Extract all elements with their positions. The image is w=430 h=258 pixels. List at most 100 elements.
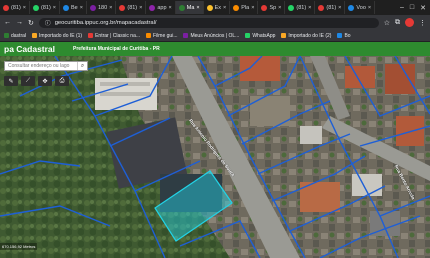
browser-tab[interactable]: (81) ×: [30, 1, 60, 14]
tab-close-icon[interactable]: ×: [338, 5, 341, 11]
reload-icon[interactable]: ↻: [28, 19, 34, 27]
bookmark-label: Entrar | Classic na...: [95, 32, 141, 39]
bookmark-favicon-icon: [245, 33, 251, 38]
back-icon[interactable]: ←: [4, 19, 11, 26]
bookmarks-bar: dastral Importado do IE (1) Entrar | Class…: [0, 30, 430, 42]
tab-favicon-icon: [288, 4, 295, 11]
measure-line-icon[interactable]: ⟋: [21, 76, 35, 86]
tab-close-icon[interactable]: ×: [223, 5, 226, 11]
tab-label: Ex: [214, 4, 222, 11]
browser-tab[interactable]: (81) ×: [0, 1, 30, 14]
bookmark-item[interactable]: Bo: [337, 32, 351, 39]
tab-favicon-icon: [261, 4, 268, 11]
browser-tab[interactable]: Ma ×: [175, 1, 204, 14]
tab-label: (81): [41, 4, 51, 11]
bookmark-item[interactable]: Importado do IE (1): [32, 33, 82, 39]
tab-favicon-icon: [63, 4, 69, 11]
bookmark-label: Bo: [344, 32, 351, 39]
tab-close-icon[interactable]: ×: [196, 5, 199, 11]
bookmark-item[interactable]: Importado do IE (2): [281, 33, 331, 39]
browser-tab[interactable]: 180 ×: [87, 1, 117, 14]
tab-close-icon[interactable]: ×: [109, 5, 112, 11]
edit-pencil-icon[interactable]: ✎: [4, 76, 18, 86]
roof-red-1: [240, 56, 280, 81]
tab-favicon-icon: [206, 4, 213, 11]
tab-close-icon[interactable]: ×: [169, 5, 172, 11]
pan-icon[interactable]: ✥: [38, 76, 52, 86]
tab-close-icon[interactable]: ×: [139, 5, 142, 11]
app-subtitle: Prefeitura Municipal de Curitiba - PR: [73, 46, 160, 52]
tab-close-icon[interactable]: ×: [80, 5, 83, 11]
tab-close-icon[interactable]: ×: [251, 5, 254, 11]
forward-icon[interactable]: →: [16, 19, 23, 26]
address-search-input[interactable]: [5, 62, 77, 70]
tab-close-icon[interactable]: ×: [308, 5, 311, 11]
url-field[interactable]: ⓘ geocuritiba.ippuc.org.br/mapacadastral…: [38, 17, 379, 28]
tab-label: Be: [71, 4, 78, 11]
search-icon[interactable]: ⌕: [77, 62, 87, 70]
browser-tab-strip: (81) × (81) × Be × 180 × (81) × app × Ma × Ex × Pla × Sp ×(…: [0, 0, 430, 15]
address-bar: ← → ↻ ⓘ geocuritiba.ippuc.org.br/mapacad…: [0, 15, 430, 30]
tab-label: 180: [97, 4, 108, 11]
browser-tab[interactable]: Voo ×: [345, 1, 376, 14]
extensions-icon[interactable]: ⧉: [395, 19, 400, 27]
tab-close-icon[interactable]: ×: [53, 5, 56, 11]
app-header: pa Cadastral Prefeitura Municipal de Cur…: [0, 42, 430, 56]
bookmark-label: Importado do IE (1): [39, 32, 83, 39]
tab-favicon-icon: [89, 4, 96, 11]
satellite-map: [0, 56, 430, 258]
tab-label: Ma: [186, 4, 195, 11]
tab-label: Pla: [241, 4, 250, 11]
tab-favicon-icon: [3, 4, 9, 11]
tab-close-icon[interactable]: ×: [368, 5, 371, 11]
bookmark-favicon-icon: [183, 33, 189, 38]
tab-favicon-icon: [149, 4, 156, 11]
bookmark-label: dastral: [11, 32, 27, 39]
tab-favicon-icon: [233, 4, 240, 11]
bookmark-item[interactable]: Meus Anúncios | OL...: [183, 33, 239, 39]
tab-label: (81): [326, 4, 337, 11]
profile-avatar[interactable]: [405, 18, 414, 27]
browser-tab[interactable]: Sp ×: [258, 1, 286, 14]
browser-tab[interactable]: (81) ×: [116, 1, 147, 14]
tab-label: (81): [296, 4, 307, 11]
bookmark-label: Importado do IE (2): [288, 32, 332, 39]
app-title: pa Cadastral: [4, 44, 56, 54]
bookmark-label: WhatsApp: [252, 32, 276, 39]
menu-icon[interactable]: ⋮: [419, 19, 426, 27]
close-icon[interactable]: ✕: [420, 4, 426, 12]
maximize-icon[interactable]: □: [410, 4, 414, 12]
bookmark-label: Filme gui...: [153, 32, 178, 39]
bookmark-favicon-icon: [32, 33, 38, 38]
tab-label: (81): [11, 4, 21, 11]
browser-tab[interactable]: Ex ×: [204, 1, 231, 14]
bookmark-star-icon[interactable]: ☆: [384, 19, 390, 27]
bookmark-item[interactable]: WhatsApp: [245, 33, 275, 39]
tab-label: Voo: [356, 4, 366, 11]
tab-favicon-icon: [119, 4, 126, 11]
scale-bar-text: 670.156,92 Metros: [0, 243, 38, 250]
tab-label: Sp: [269, 4, 277, 11]
tab-close-icon[interactable]: ×: [23, 5, 26, 11]
bookmark-favicon-icon: [337, 33, 343, 38]
print-icon[interactable]: ⎙: [55, 76, 69, 86]
bookmark-favicon-icon: [4, 33, 9, 38]
browser-tab[interactable]: app ×: [146, 1, 176, 14]
tab-label: (81): [127, 4, 138, 11]
bookmark-item[interactable]: Filme gui...: [146, 33, 177, 39]
browser-tab[interactable]: (81) ×: [315, 1, 346, 14]
browser-tab[interactable]: (81) ×: [285, 1, 316, 14]
tab-label: app: [157, 4, 167, 11]
tab-close-icon[interactable]: ×: [278, 5, 281, 11]
map-canvas[interactable]: ⌕ ✎ ⟋ ✥ ⎙ Rua Antonio Rodrigues de Souza…: [0, 56, 430, 258]
minimize-icon[interactable]: –: [400, 4, 404, 12]
bookmark-item[interactable]: Entrar | Classic na...: [88, 33, 140, 39]
tab-favicon-icon: [178, 4, 185, 11]
bookmark-item[interactable]: dastral: [4, 33, 26, 39]
bookmark-favicon-icon: [146, 33, 152, 38]
bookmark-favicon-icon: [281, 33, 287, 38]
site-info-icon[interactable]: ⓘ: [45, 18, 51, 27]
browser-tab[interactable]: Pla ×: [230, 1, 259, 14]
bookmark-favicon-icon: [88, 33, 94, 38]
browser-tab[interactable]: Be ×: [60, 1, 87, 14]
